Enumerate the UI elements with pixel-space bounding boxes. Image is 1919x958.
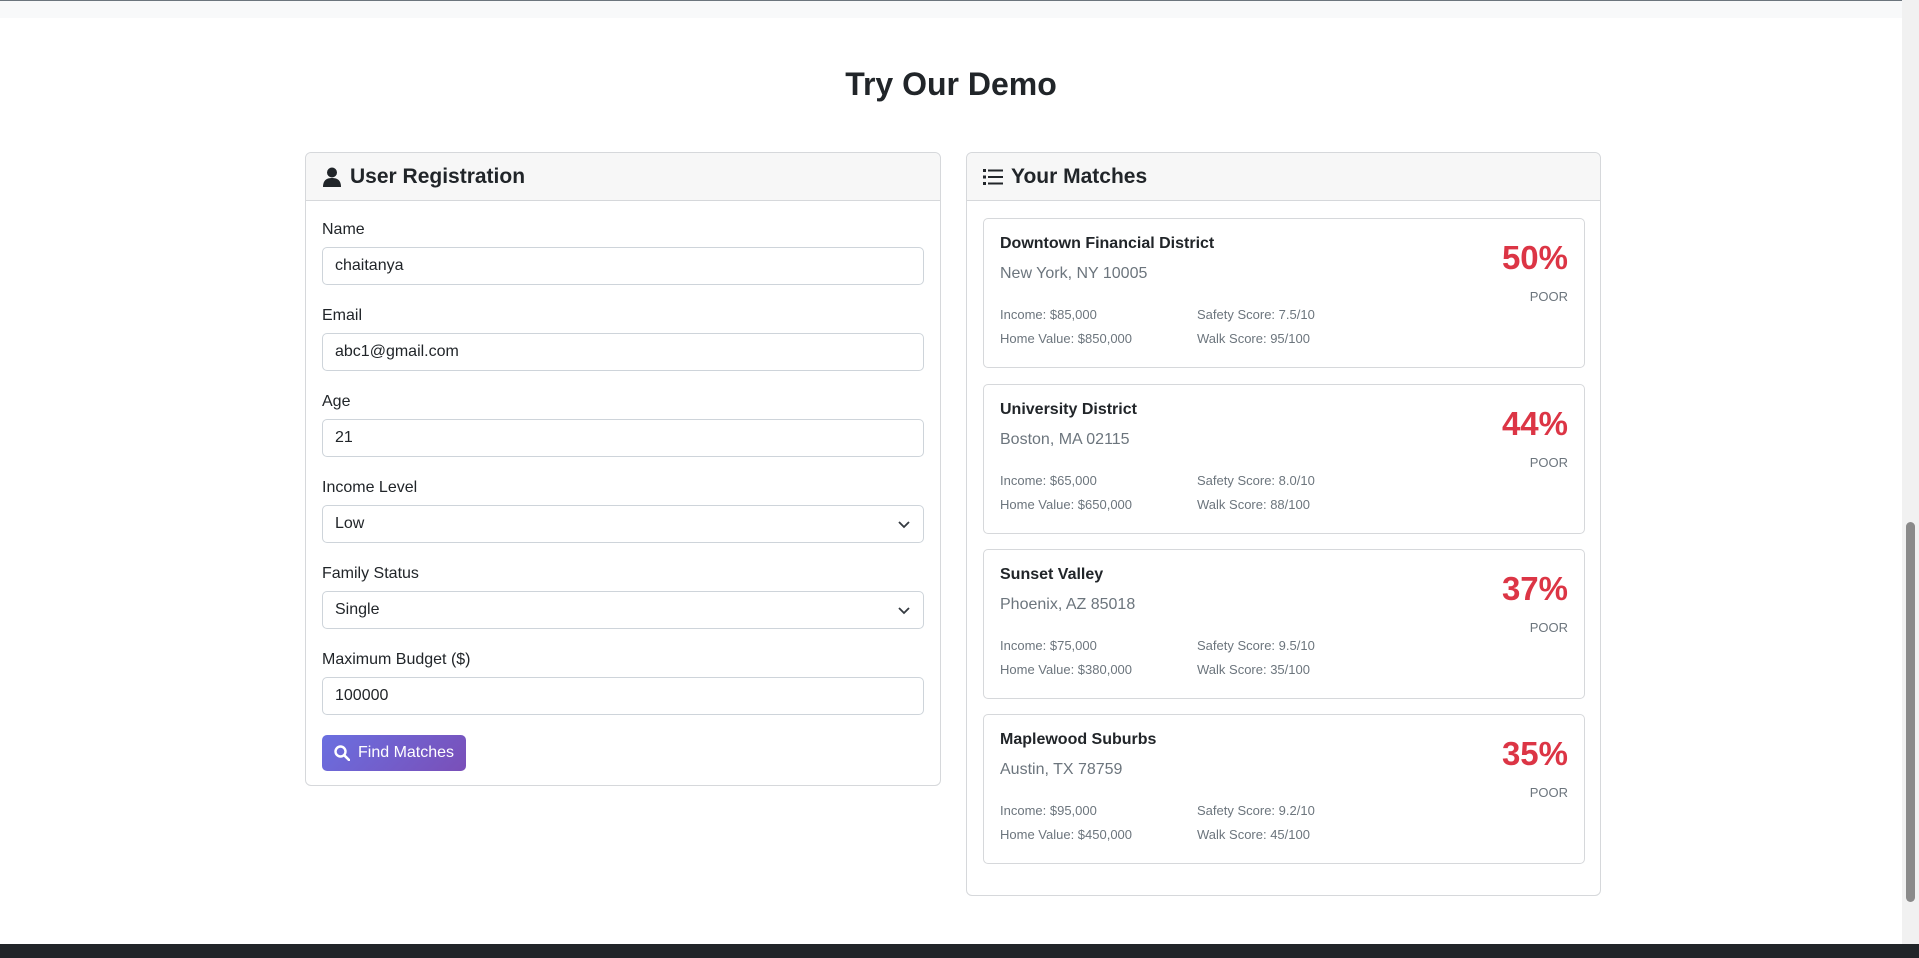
match-safety: Safety Score: 7.5/10 [1197, 307, 1315, 322]
match-card[interactable]: Sunset Valley Phoenix, AZ 85018 37% POOR… [983, 549, 1585, 699]
match-rating: POOR [1529, 785, 1568, 800]
name-value: chaitanya [335, 257, 404, 274]
match-walk: Walk Score: 88/100 [1197, 497, 1310, 512]
budget-value: 100000 [335, 687, 389, 704]
income-select[interactable]: Low [322, 505, 924, 543]
match-name: Sunset Valley [1000, 566, 1104, 583]
match-location: New York, NY 10005 [1000, 265, 1148, 282]
income-group: Income Level Low [322, 479, 924, 543]
age-label: Age [322, 393, 351, 410]
budget-input[interactable]: 100000 [322, 677, 924, 715]
income-value: Low [335, 515, 365, 532]
age-input[interactable]: 21 [322, 419, 924, 457]
email-value: abc1@gmail.com [335, 343, 459, 360]
match-rating: POOR [1529, 289, 1568, 304]
section-title: Try Our Demo [845, 66, 1057, 102]
list-icon [983, 167, 1003, 187]
match-score: 37% [1501, 570, 1568, 607]
match-location: Phoenix, AZ 85018 [1000, 596, 1136, 613]
footer-bar [0, 944, 1919, 958]
chevron-down-icon [897, 517, 911, 531]
registration-card: User Registration Name chaitanya Email a… [305, 152, 941, 786]
match-income: Income: $65,000 [1000, 473, 1097, 488]
family-select[interactable]: Single [322, 591, 924, 629]
chevron-down-icon [897, 603, 911, 617]
match-name: Maplewood Suburbs [1000, 731, 1157, 748]
name-input[interactable]: chaitanya [322, 247, 924, 285]
scrollbar-thumb[interactable] [1906, 522, 1915, 902]
match-card[interactable]: Downtown Financial District New York, NY… [983, 218, 1585, 368]
search-icon [334, 745, 350, 761]
match-safety: Safety Score: 8.0/10 [1197, 473, 1315, 488]
match-safety: Safety Score: 9.5/10 [1197, 638, 1315, 653]
match-score: 35% [1501, 735, 1568, 772]
family-label: Family Status [322, 565, 419, 582]
match-home-value: Home Value: $650,000 [1000, 497, 1133, 512]
match-card[interactable]: Maplewood Suburbs Austin, TX 78759 35% P… [983, 714, 1585, 864]
match-score: 50% [1501, 239, 1568, 276]
match-walk: Walk Score: 35/100 [1197, 662, 1310, 677]
income-label: Income Level [322, 479, 418, 496]
match-safety: Safety Score: 9.2/10 [1197, 803, 1315, 818]
find-matches-label: Find Matches [358, 744, 455, 761]
matches-header: Your Matches [967, 153, 1600, 201]
matches-title: Your Matches [1011, 164, 1148, 188]
user-icon [322, 167, 342, 187]
budget-label: Maximum Budget ($) [322, 651, 471, 668]
match-location: Boston, MA 02115 [1000, 431, 1130, 448]
match-name: Downtown Financial District [1000, 235, 1215, 252]
email-label: Email [322, 307, 363, 324]
registration-header: User Registration [306, 153, 940, 201]
match-name: University District [1000, 401, 1137, 418]
name-label: Name [322, 221, 365, 238]
match-walk: Walk Score: 95/100 [1197, 331, 1310, 346]
family-value: Single [335, 601, 380, 618]
email-input[interactable]: abc1@gmail.com [322, 333, 924, 371]
match-score: 44% [1501, 405, 1568, 442]
email-group: Email abc1@gmail.com [322, 307, 924, 371]
match-income: Income: $85,000 [1000, 307, 1097, 322]
match-rating: POOR [1529, 455, 1568, 470]
match-location: Austin, TX 78759 [1000, 761, 1123, 778]
family-group: Family Status Single [322, 565, 924, 629]
top-strip [0, 0, 1902, 18]
matches-card: Your Matches Downtown Financial District… [966, 152, 1601, 896]
age-group: Age 21 [322, 393, 924, 457]
age-value: 21 [335, 429, 353, 446]
match-income: Income: $95,000 [1000, 803, 1097, 818]
match-card[interactable]: University District Boston, MA 02115 44%… [983, 384, 1585, 534]
registration-title: User Registration [350, 164, 526, 188]
match-home-value: Home Value: $450,000 [1000, 827, 1133, 842]
budget-group: Maximum Budget ($) 100000 [322, 651, 924, 715]
find-matches-button[interactable]: Find Matches [322, 735, 467, 771]
match-walk: Walk Score: 45/100 [1197, 827, 1310, 842]
match-income: Income: $75,000 [1000, 638, 1097, 653]
match-rating: POOR [1529, 620, 1568, 635]
match-home-value: Home Value: $380,000 [1000, 662, 1133, 677]
match-home-value: Home Value: $850,000 [1000, 331, 1133, 346]
name-group: Name chaitanya [322, 221, 924, 285]
